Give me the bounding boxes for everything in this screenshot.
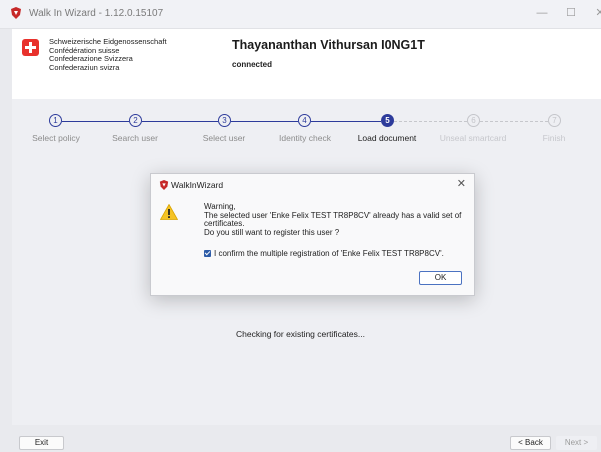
step-1-marker: 1: [49, 114, 62, 127]
step-connector-4: [311, 121, 381, 122]
dialog-message: Warning, The selected user 'Enke Felix T…: [204, 202, 464, 238]
connection-status: connected: [232, 60, 273, 69]
step-2-marker: 2: [129, 114, 142, 127]
warning-icon: [160, 204, 178, 220]
checkbox-checked-icon[interactable]: [204, 250, 211, 257]
close-button[interactable]: ✕: [582, 2, 601, 24]
confederation-line-rm: Confederaziun svizra: [49, 62, 120, 72]
step-connector-5: [394, 121, 467, 122]
warning-dialog: WalkInWizard ✕ Warning, The selected use…: [150, 173, 475, 296]
next-button: Next >: [556, 436, 597, 450]
step-4-label: Identity check: [279, 133, 331, 143]
dialog-close-button[interactable]: ✕: [457, 177, 466, 190]
exit-button[interactable]: Exit: [19, 436, 64, 450]
checkbox-label: I confirm the multiple registration of '…: [214, 249, 444, 258]
ok-button[interactable]: OK: [419, 271, 462, 285]
step-1-label: Select policy: [32, 133, 80, 143]
window-title: Walk In Wizard - 1.12.0.15107: [29, 8, 164, 19]
back-button[interactable]: < Back: [510, 436, 551, 450]
step-7-marker: 7: [548, 114, 561, 127]
message-line: Do you still want to register this user …: [204, 228, 340, 238]
step-6-marker: 6: [467, 114, 480, 127]
step-4-marker: 4: [298, 114, 311, 127]
step-2-label: Search user: [112, 133, 158, 143]
dialog-title: WalkInWizard: [171, 180, 224, 190]
step-3-marker: 3: [218, 114, 231, 127]
app-logo-icon: [11, 7, 21, 19]
dialog-title-bar: WalkInWizard ✕: [151, 174, 474, 196]
confirm-multiple-registration-checkbox[interactable]: I confirm the multiple registration of '…: [204, 249, 444, 258]
step-5-label: Load document: [357, 133, 417, 143]
step-connector-2: [142, 121, 218, 122]
step-3-label: Select user: [202, 133, 246, 143]
step-6-label: Unseal smartcard: [439, 133, 507, 143]
step-connector-1: [62, 121, 129, 122]
app-logo-icon: [159, 180, 169, 190]
step-7-label: Finish: [542, 133, 566, 143]
operator-name: Thayananthan Vithursan I0NG1T: [232, 38, 425, 52]
header-panel: Schweizerische Eidgenossenschaft Confédé…: [12, 29, 601, 99]
status-message: Checking for existing certificates...: [236, 329, 365, 339]
window-title-bar: Walk In Wizard - 1.12.0.15107 — ☐ ✕: [0, 0, 601, 29]
step-connector-3: [231, 121, 298, 122]
step-5-marker: 5: [381, 114, 394, 127]
step-connector-6: [480, 121, 548, 122]
confederation-text: Schweizerische Eidgenossenschaft Confédé…: [49, 37, 167, 72]
swiss-flag-icon: [22, 39, 39, 56]
